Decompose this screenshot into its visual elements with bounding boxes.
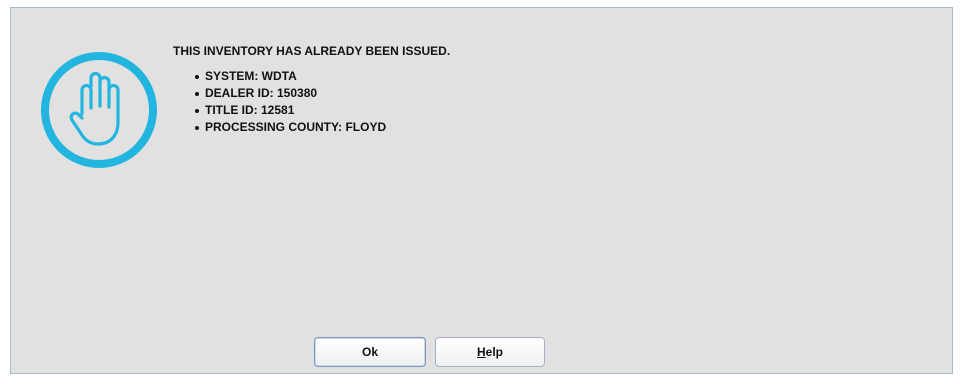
detail-system: SYSTEM: WDTA [195, 68, 450, 85]
message-title: THIS INVENTORY HAS ALREADY BEEN ISSUED. [173, 44, 451, 58]
detail-list: SYSTEM: WDTA DEALER ID: 150380 TITLE ID:… [173, 68, 450, 136]
message-block: THIS INVENTORY HAS ALREADY BEEN ISSUED. … [173, 44, 450, 136]
ok-button-label: Ok [361, 345, 378, 359]
help-button-label: elp [485, 345, 503, 359]
help-mnemonic: H [476, 345, 486, 359]
ok-button[interactable]: Ok [314, 337, 426, 367]
help-button[interactable]: Help [435, 337, 545, 367]
detail-title-id: TITLE ID: 12581 [195, 102, 450, 119]
detail-processing-county: PROCESSING COUNTY: FLOYD [195, 119, 450, 136]
detail-dealer-id: DEALER ID: 150380 [195, 85, 450, 102]
stop-hand-icon [39, 50, 159, 170]
alert-dialog: THIS INVENTORY HAS ALREADY BEEN ISSUED. … [10, 7, 953, 374]
